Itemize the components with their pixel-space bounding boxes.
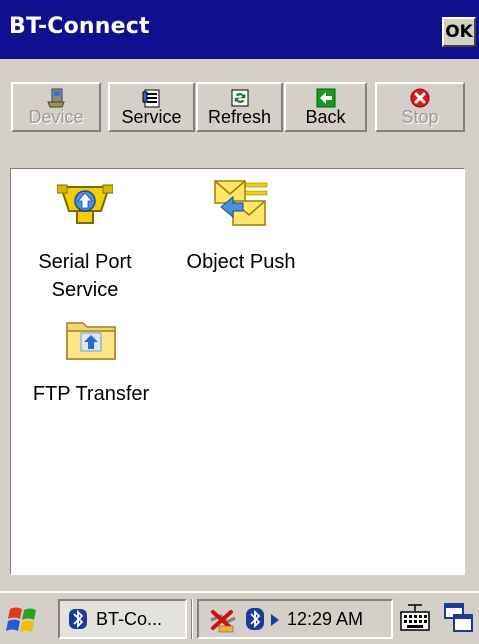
back-label: Back (305, 107, 346, 127)
refresh-label: Refresh (207, 107, 272, 127)
taskbar-app-label: BT-Co... (96, 609, 163, 629)
keyboard-icon[interactable] (398, 601, 432, 635)
stop-button[interactable]: Stop (375, 82, 465, 132)
serial-port-label-line1: Serial Port (38, 251, 132, 273)
device-label: Device (28, 107, 84, 127)
system-tray: 12:29 AM (197, 599, 393, 639)
service-icon (142, 89, 159, 108)
taskbar-app-button[interactable]: BT-Co... (58, 599, 187, 639)
service-list: Serial Port Service Object Push FTP Tran… (10, 168, 465, 575)
tray-expand-arrow-icon[interactable] (271, 614, 279, 626)
back-button[interactable]: Back (284, 82, 367, 132)
serial-port-icon (57, 184, 113, 224)
service-label: Service (121, 107, 182, 127)
refresh-icon (231, 89, 248, 107)
refresh-button[interactable]: Refresh (196, 82, 283, 132)
toolbar: Device Service Refresh Back Stop (0, 59, 479, 166)
device-icon (47, 88, 65, 108)
object-push-label: Object Push (186, 251, 296, 273)
windows-start-icon[interactable] (6, 603, 42, 637)
title-bar: BT-Connect OK (0, 0, 479, 59)
clock[interactable]: 12:29 AM (287, 609, 363, 630)
serial-port-label-line2: Service (51, 279, 119, 301)
window-title: BT-Connect (9, 14, 150, 39)
stop-label: Stop (401, 107, 439, 127)
window-switch-icon[interactable] (442, 601, 476, 635)
service-item-serial-port[interactable]: Serial Port Service (25, 169, 145, 309)
ok-button[interactable]: OK (442, 17, 476, 47)
service-item-ftp-transfer[interactable]: FTP Transfer (21, 307, 161, 417)
pocketpc-screen: BT-Connect OK Device Service Refresh Bac… (0, 0, 479, 644)
bluetooth-tray-icon[interactable] (245, 607, 265, 631)
back-arrow-icon (316, 88, 335, 108)
service-item-object-push[interactable]: Object Push (171, 169, 311, 279)
taskbar: BT-Co... 12:29 AM (0, 591, 479, 644)
network-disconnected-icon[interactable] (209, 606, 237, 634)
bluetooth-app-icon (69, 609, 87, 629)
stop-icon (410, 88, 430, 108)
service-button[interactable]: Service (108, 82, 195, 132)
ftp-transfer-label: FTP Transfer (32, 383, 150, 405)
object-push-icon (214, 180, 268, 226)
taskbar-divider (191, 599, 193, 639)
device-button[interactable]: Device (11, 82, 101, 132)
ftp-folder-icon (66, 322, 116, 360)
